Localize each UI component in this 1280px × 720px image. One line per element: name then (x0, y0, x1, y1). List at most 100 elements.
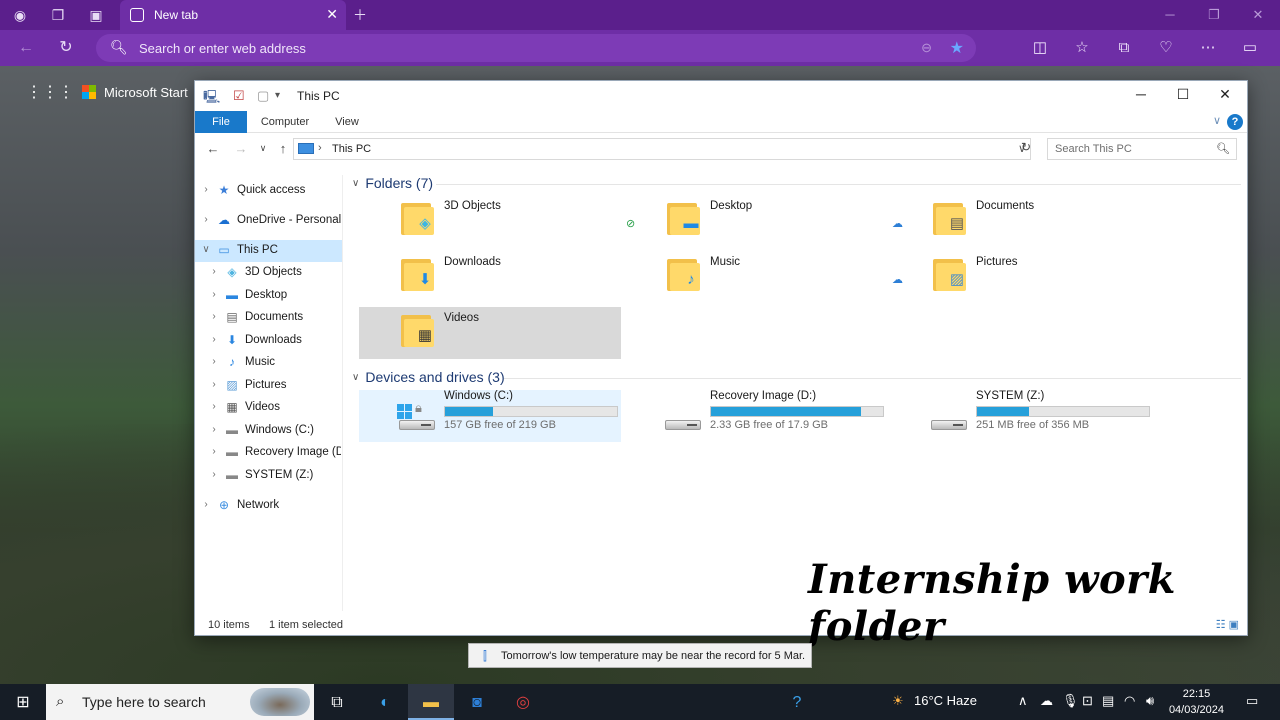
chevron-right-icon[interactable]: › (209, 379, 219, 390)
folders-group-header[interactable]: ∨ Folders (7) (352, 175, 433, 191)
chevron-down-icon[interactable]: ∨ (201, 244, 211, 255)
cloud-icon[interactable]: ☁ (1040, 693, 1053, 709)
sidebar-item[interactable]: › ⬇ Downloads (195, 330, 342, 352)
weather-notification[interactable]: ⫿ Tomorrow's low temperature may be near… (468, 643, 812, 668)
maximize-icon[interactable]: ☐ (1161, 86, 1205, 103)
microsoft-start-brand[interactable]: ⋮⋮⋮ Microsoft Start (26, 82, 188, 102)
tab-view[interactable]: View (329, 111, 365, 133)
breadcrumb[interactable]: › This PC ∨ (293, 138, 1031, 160)
media-app-icon[interactable]: ◎ (512, 692, 534, 714)
restore-icon[interactable]: ❐ (1192, 0, 1236, 30)
chevron-right-icon[interactable]: › (201, 184, 211, 195)
recent-locations-icon[interactable]: ∨ (255, 143, 271, 154)
weather-text[interactable]: 16°C Haze (914, 693, 977, 708)
chevron-right-icon[interactable]: › (209, 446, 219, 457)
favorite-star-icon[interactable]: ★ (950, 38, 964, 58)
sidebar-item[interactable]: › ▬ Desktop (195, 285, 342, 307)
chevron-right-icon[interactable]: › (209, 356, 219, 367)
search-input[interactable] (1048, 139, 1236, 159)
sidebar-item[interactable]: › ▤ Documents (195, 307, 342, 329)
properties-icon[interactable]: ☑ (233, 88, 245, 104)
chevron-up-icon[interactable]: ∧ (1018, 693, 1028, 709)
volume-icon[interactable]: 🔊︎ (1146, 693, 1154, 709)
microphone-icon[interactable]: 🎙︎ (1062, 693, 1079, 709)
new-folder-icon[interactable]: ▢ (257, 88, 269, 104)
sidebar-item[interactable]: ∨ ▭ This PC (195, 240, 342, 262)
new-tab-plus-icon[interactable]: ＋ (350, 5, 370, 25)
tab-new-tab[interactable]: New tab ✕ (120, 0, 346, 30)
chevron-down-icon[interactable]: ∨ (352, 178, 359, 189)
split-screen-icon[interactable]: ◫ (1030, 38, 1050, 58)
help-icon[interactable]: ? (1227, 114, 1243, 130)
address-bar[interactable]: 🔍︎ Search or enter web address ⊖ ★ (96, 34, 976, 62)
chevron-right-icon[interactable]: › (209, 266, 219, 277)
drives-group-header[interactable]: ∨ Devices and drives (3) (352, 369, 505, 385)
chevron-right-icon[interactable]: › (209, 311, 219, 322)
sidebar-item[interactable]: › ☁ OneDrive - Personal (195, 210, 342, 232)
sidebar-item[interactable]: › ♪ Music (195, 352, 342, 374)
sidebar-item[interactable]: › ▬ SYSTEM (Z:) (195, 465, 342, 487)
camera-icon[interactable]: ⊡ (1082, 693, 1093, 709)
sidebar-item[interactable]: › ▬ Windows (C:) (195, 420, 342, 442)
refresh-icon[interactable]: ↻ (56, 38, 76, 58)
clock[interactable]: 22:15 04/03/2024 (1169, 686, 1224, 718)
sidebar-item[interactable]: › ▦ Videos (195, 397, 342, 419)
refresh-icon[interactable]: ↻ (1021, 140, 1031, 154)
wifi-icon[interactable]: ◠ (1124, 693, 1135, 709)
help-app-icon[interactable]: ? (786, 692, 808, 714)
chevron-right-icon[interactable]: › (209, 424, 219, 435)
back-arrow-icon[interactable]: ← (16, 38, 36, 58)
customize-toolbar-icon[interactable]: ▾ (275, 90, 280, 101)
windows-start-icon[interactable]: ⊞ (12, 692, 34, 714)
drive-tile[interactable]: 🔒︎ Windows (C:) 157 GB free of 219 GB (359, 390, 621, 442)
minimize-icon[interactable]: ─ (1148, 0, 1192, 30)
task-view-icon[interactable]: ⧉ (326, 692, 348, 714)
outlook-icon[interactable]: ◙ (466, 692, 488, 714)
close-tab-icon[interactable]: ✕ (326, 6, 338, 23)
tab-computer[interactable]: Computer (255, 111, 315, 133)
breadcrumb-this-pc[interactable]: This PC (332, 143, 371, 155)
folder-tile[interactable]: ▬ Desktop (625, 195, 887, 247)
folder-tile[interactable]: ♪ Music (625, 251, 887, 303)
notification-center-icon[interactable]: ▭ (1246, 693, 1258, 709)
taskbar-search[interactable]: ⌕ Type here to search (46, 684, 314, 720)
sidebar-item[interactable]: › ⊕ Network (195, 495, 342, 517)
sidebar-item[interactable]: › ▬ Recovery Image (D: (195, 442, 342, 464)
tab-file[interactable]: File (195, 111, 247, 133)
chevron-right-icon[interactable]: › (209, 469, 219, 480)
chevron-right-icon[interactable]: › (201, 214, 211, 225)
zoom-icon[interactable]: ⊖ (921, 40, 932, 56)
folder-tile[interactable]: ◈ 3D Objects (359, 195, 621, 247)
chevron-right-icon[interactable]: › (209, 289, 219, 300)
chevron-right-icon[interactable]: › (209, 334, 219, 345)
display-icon[interactable]: ▤ (1102, 693, 1114, 709)
sidebar-item[interactable]: › ★ Quick access (195, 180, 342, 202)
favorites-icon[interactable]: ☆ (1072, 38, 1092, 58)
close-icon[interactable]: ✕ (1203, 86, 1247, 103)
collections-icon[interactable]: ⧉ (1114, 38, 1134, 58)
tab-actions-icon[interactable]: ▣ (86, 5, 106, 25)
sidebar-item[interactable]: › ▨ Pictures (195, 375, 342, 397)
folder-tile[interactable]: ▨ Pictures (891, 251, 1153, 303)
up-arrow-icon[interactable]: ↑ (275, 141, 291, 156)
drive-tile[interactable]: Recovery Image (D:) 2.33 GB free of 17.9 … (625, 390, 887, 442)
more-menu-icon[interactable]: ⋯ (1198, 38, 1218, 58)
chevron-down-icon[interactable]: ∨ (352, 372, 359, 383)
browser-essentials-icon[interactable]: ♡ (1156, 38, 1176, 58)
forward-arrow-icon[interactable]: → (233, 141, 249, 156)
folder-tile[interactable]: ▦ Videos (359, 307, 621, 359)
chevron-right-icon[interactable]: › (209, 401, 219, 412)
app-launcher-icon[interactable]: ⋮⋮⋮ (26, 82, 74, 102)
close-window-icon[interactable]: ✕ (1236, 0, 1280, 30)
folder-tile[interactable]: ▤ Documents (891, 195, 1153, 247)
weather-icon[interactable]: ☀ (892, 693, 904, 709)
edge-browser-icon[interactable]: ◐ (374, 692, 396, 714)
sidebar-toggle-icon[interactable]: ▭ (1240, 38, 1260, 58)
search-box[interactable]: 🔍︎ (1047, 138, 1237, 160)
drive-tile[interactable]: SYSTEM (Z:) 251 MB free of 356 MB (891, 390, 1153, 442)
folder-tile[interactable]: ⬇ Downloads (359, 251, 621, 303)
back-arrow-icon[interactable]: ← (205, 141, 221, 156)
workspaces-icon[interactable]: ❐ (48, 5, 68, 25)
profile-avatar-icon[interactable]: ◉ (10, 5, 30, 25)
expand-ribbon-icon[interactable]: ∨ (1213, 114, 1221, 127)
